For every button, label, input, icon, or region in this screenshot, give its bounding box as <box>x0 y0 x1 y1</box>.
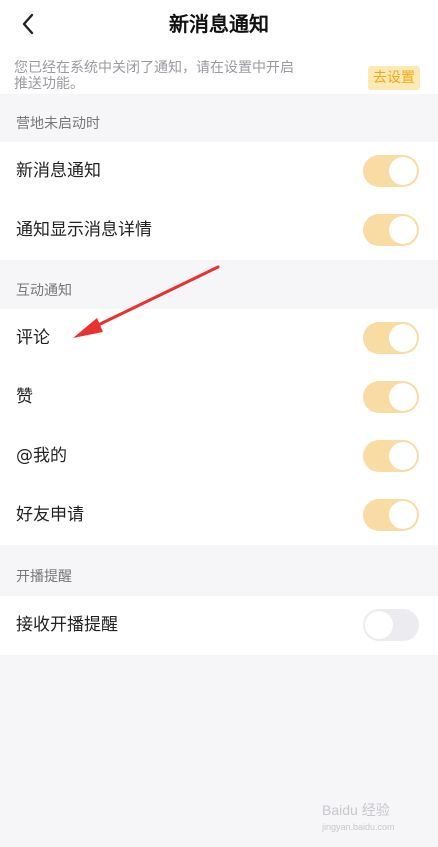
watermark-logo: Baidu 经验 <box>322 802 390 818</box>
row-label: 好友申请 <box>16 505 84 525</box>
toggle-receive-live-reminder[interactable] <box>363 609 419 641</box>
row-friend-requests[interactable]: 好友申请 <box>0 486 438 545</box>
notice-text-line2: 推送功能。 <box>14 76 84 92</box>
toggle-mentions[interactable] <box>363 440 419 472</box>
row-label: 新消息通知 <box>16 161 101 181</box>
section-interaction: 评论 赞 @我的 好友申请 <box>0 309 438 545</box>
row-likes[interactable]: 赞 <box>0 368 438 427</box>
toggle-knob <box>389 442 417 470</box>
row-label: 评论 <box>16 328 50 348</box>
toggle-new-message-notification[interactable] <box>363 155 419 187</box>
toggle-friend-requests[interactable] <box>363 499 419 531</box>
toggle-knob <box>389 216 417 244</box>
app-header: 新消息通知 <box>0 0 438 48</box>
toggle-knob <box>389 383 417 411</box>
notice-text-line1: 您已经在系统中关闭了通知，请在设置中开启 <box>14 60 294 76</box>
row-comments[interactable]: 评论 <box>0 309 438 368</box>
row-label: 通知显示消息详情 <box>16 220 152 240</box>
section-label-camp-not-started: 营地未启动时 <box>16 116 100 132</box>
row-label: @我的 <box>16 446 67 466</box>
section-camp-not-started: 新消息通知 通知显示消息详情 <box>0 142 438 260</box>
row-label: 赞 <box>16 387 33 407</box>
section-label-live-reminder: 开播提醒 <box>16 569 72 585</box>
toggle-knob <box>365 611 393 639</box>
row-receive-live-reminder[interactable]: 接收开播提醒 <box>0 596 438 655</box>
row-new-message-notification[interactable]: 新消息通知 <box>0 142 438 201</box>
toggle-show-message-details[interactable] <box>363 214 419 246</box>
watermark-url: jingyan.baidu.com <box>322 822 395 832</box>
section-live-reminder: 接收开播提醒 <box>0 596 438 655</box>
toggle-knob <box>389 157 417 185</box>
section-label-interaction: 互动通知 <box>16 283 72 299</box>
go-settings-button[interactable]: 去设置 <box>368 66 420 90</box>
page-title: 新消息通知 <box>169 12 269 36</box>
toggle-knob <box>389 324 417 352</box>
toggle-likes[interactable] <box>363 381 419 413</box>
notice-text: 您已经在系统中关闭了通知，请在设置中开启 推送功能。 <box>14 60 354 92</box>
toggle-knob <box>389 501 417 529</box>
toggle-comments[interactable] <box>363 322 419 354</box>
row-label: 接收开播提醒 <box>16 615 118 635</box>
row-show-message-details[interactable]: 通知显示消息详情 <box>0 201 438 260</box>
row-mentions[interactable]: @我的 <box>0 427 438 486</box>
